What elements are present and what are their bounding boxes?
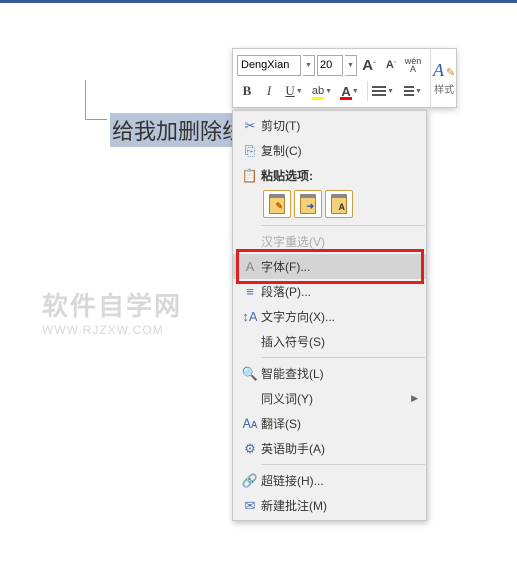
scissors-icon: ✂ (239, 116, 261, 136)
shrink-font-button[interactable]: Aˇ (381, 54, 401, 76)
bold-button[interactable]: B (237, 80, 257, 102)
menu-english-assistant[interactable]: ⚙ 英语助手(A) (233, 436, 426, 461)
menu-insert-symbol[interactable]: 插入符号(S) (233, 329, 426, 354)
menu-font-label: 字体(F)... (261, 258, 404, 275)
menu-font[interactable]: A 字体(F)... (233, 254, 426, 279)
translate-icon: 🗛 (239, 414, 261, 434)
menu-copy[interactable]: ⎘ 复制(C) (233, 138, 426, 163)
menu-smart-lookup-label: 智能查找(L) (261, 365, 404, 382)
context-menu: ✂ 剪切(T) ⎘ 复制(C) 📋 粘贴选项: ✎ ➜ A 汉字重选(V) A … (232, 110, 427, 521)
size-dropdown-icon[interactable]: ▼ (345, 55, 357, 76)
paste-options-row: ✎ ➜ A (233, 188, 426, 222)
font-name-input[interactable] (237, 55, 301, 76)
font-icon: A (239, 257, 261, 277)
chevron-right-icon: ▶ (411, 393, 418, 404)
mini-toolbar: ▼ ▼ Aˆ Aˇ wénA B I U▼ ab▼ A▼ ▼ ▼ A✎ 样式 (232, 48, 457, 108)
menu-hyperlink-label: 超链接(H)... (261, 472, 404, 489)
menu-text-direction-label: 文字方向(X)... (261, 308, 404, 325)
text-direction-icon: ↕A (239, 307, 261, 327)
comment-icon: ✉ (239, 496, 261, 516)
paragraph-icon: ≡ (239, 282, 261, 302)
menu-hanzi-label: 汉字重选(V) (261, 233, 404, 250)
menu-paragraph-label: 段落(P)... (261, 283, 404, 300)
phonetic-guide-button[interactable]: wénA (403, 54, 423, 76)
menu-copy-label: 复制(C) (261, 142, 404, 159)
menu-new-comment[interactable]: ✉ 新建批注(M) (233, 493, 426, 518)
menu-paragraph[interactable]: ≡ 段落(P)... (233, 279, 426, 304)
paste-merge-formatting[interactable]: ➜ (294, 190, 322, 218)
menu-synonyms-label: 同义词(Y) (261, 390, 404, 407)
underline-button[interactable]: U▼ (281, 80, 307, 102)
symbol-icon (239, 332, 261, 352)
menu-cut-label: 剪切(T) (261, 117, 404, 134)
menu-smart-lookup[interactable]: 🔍 智能查找(L) (233, 361, 426, 386)
synonyms-icon (239, 389, 261, 409)
menu-comment-label: 新建批注(M) (261, 497, 404, 514)
hanzi-icon (239, 232, 261, 252)
menu-cut[interactable]: ✂ 剪切(T) (233, 113, 426, 138)
menu-hanzi-reselect: 汉字重选(V) (233, 229, 426, 254)
font-size-input[interactable] (317, 55, 343, 76)
highlight-button[interactable]: ab▼ (309, 80, 335, 102)
menu-paste-options: 📋 粘贴选项: (233, 163, 426, 188)
font-dropdown-icon[interactable]: ▼ (303, 55, 315, 76)
grow-font-button[interactable]: Aˆ (359, 54, 379, 76)
menu-synonyms[interactable]: 同义词(Y) ▶ (233, 386, 426, 411)
menu-text-direction[interactable]: ↕A 文字方向(X)... (233, 304, 426, 329)
styles-button[interactable]: A✎ 样式 (430, 49, 457, 107)
menu-insert-symbol-label: 插入符号(S) (261, 333, 404, 350)
menu-translate[interactable]: 🗛 翻译(S) (233, 411, 426, 436)
search-icon: 🔍 (239, 364, 261, 384)
styles-label: 样式 (434, 81, 454, 96)
bullets-button[interactable]: ▼ (372, 80, 398, 102)
assistant-icon: ⚙ (239, 439, 261, 459)
vertical-ruler (85, 80, 107, 120)
link-icon: 🔗 (239, 471, 261, 491)
paste-text-only[interactable]: A (325, 190, 353, 218)
font-color-button[interactable]: A▼ (337, 80, 363, 102)
menu-english-label: 英语助手(A) (261, 440, 404, 457)
numbering-button[interactable]: ▼ (400, 80, 426, 102)
clipboard-icon: 📋 (239, 166, 261, 186)
copy-icon: ⎘ (239, 141, 261, 161)
menu-translate-label: 翻译(S) (261, 415, 404, 432)
menu-hyperlink[interactable]: 🔗 超链接(H)... (233, 468, 426, 493)
paste-keep-formatting[interactable]: ✎ (263, 190, 291, 218)
italic-button[interactable]: I (259, 80, 279, 102)
menu-paste-label: 粘贴选项: (261, 167, 404, 184)
